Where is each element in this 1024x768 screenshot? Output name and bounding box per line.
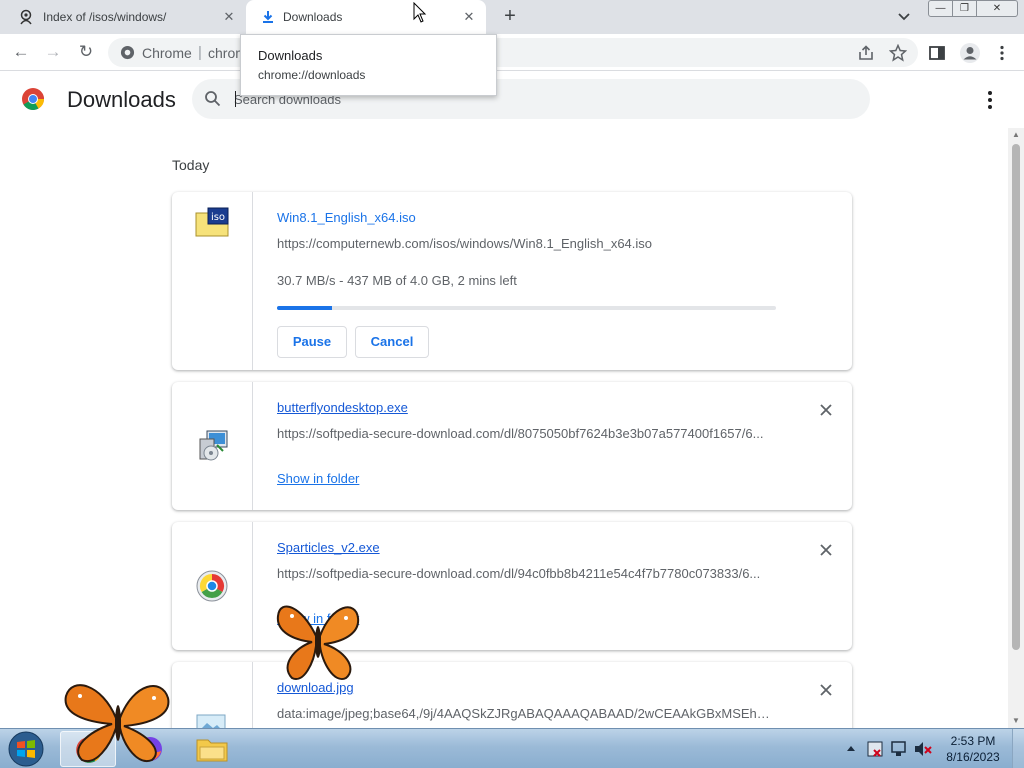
restore-button[interactable]: ❐ [952, 0, 977, 17]
scrollbar-thumb[interactable] [1012, 144, 1020, 650]
profile-avatar-icon[interactable] [959, 42, 981, 64]
downloads-header: Downloads [0, 72, 1024, 128]
chrome-logo-icon [22, 88, 44, 110]
scroll-up-arrow[interactable]: ▲ [1008, 128, 1024, 142]
file-name-link[interactable]: Sparticles_v2.exe [277, 540, 380, 555]
hover-card-title: Downloads [258, 48, 323, 63]
share-icon[interactable] [857, 44, 875, 62]
scroll-down-arrow[interactable]: ▼ [1008, 714, 1024, 728]
taskbar-clock[interactable]: 2:53 PM 8/16/2023 [940, 733, 1006, 765]
close-icon[interactable]: ✕ [220, 8, 238, 26]
chrome-site-icon [120, 45, 135, 60]
download-icon-column [172, 522, 253, 650]
omnibox[interactable]: Chrome | chrome://downloads [108, 38, 918, 67]
browser-menu-icon[interactable] [993, 44, 1011, 62]
progress-bar-fill [277, 306, 332, 310]
more-actions-icon[interactable] [980, 88, 1000, 112]
hover-card-url: chrome://downloads [258, 68, 366, 82]
download-status-text: 30.7 MB/s - 437 MB of 4.0 GB, 2 mins lef… [277, 273, 517, 288]
page-title: Downloads [67, 87, 176, 112]
sparticles-exe-icon [196, 570, 228, 602]
cancel-button[interactable]: Cancel [355, 326, 429, 358]
file-name-link[interactable]: download.jpg [277, 680, 354, 695]
browser-toolbar: ← → ↻ Chrome | chrome://downloads [0, 34, 1024, 71]
forward-button[interactable]: → [41, 40, 65, 64]
system-tray-icons[interactable] [844, 739, 934, 759]
taskbar-file-explorer[interactable] [184, 731, 240, 767]
minimize-button[interactable]: — [928, 0, 953, 17]
file-source-url: https://computernewb.com/isos/windows/Wi… [277, 236, 653, 251]
file-source-url: https://softpedia-secure-download.com/dl… [277, 566, 761, 581]
close-icon[interactable] [816, 540, 836, 560]
search-icon [205, 91, 221, 107]
download-item-in-progress: iso Win8.1_English_x64.iso https://compu… [172, 192, 852, 370]
tab-title: Index of /isos/windows/ [43, 10, 167, 24]
download-icon-column [172, 382, 253, 510]
chevron-down-icon[interactable] [896, 9, 912, 25]
reload-button[interactable]: ↻ [74, 40, 98, 64]
show-desktop-button[interactable] [1012, 729, 1024, 768]
file-name-link[interactable]: Win8.1_English_x64.iso [277, 210, 416, 225]
tab-index-of-isos[interactable]: Index of /isos/windows/ ✕ [0, 0, 246, 34]
back-button[interactable]: ← [9, 40, 33, 64]
download-icon-column: iso [172, 192, 253, 370]
screen: Index of /isos/windows/ ✕ Downloads ✕ + … [0, 0, 1024, 768]
tab-title: Downloads [283, 10, 343, 24]
tab-strip: Index of /isos/windows/ ✕ Downloads ✕ + … [0, 0, 1024, 34]
windows-start-icon[interactable] [6, 731, 46, 767]
omnibox-separator: | [198, 44, 202, 61]
section-label-today: Today [172, 157, 210, 173]
svg-text:iso: iso [211, 212, 225, 223]
download-progress-bar [277, 306, 776, 310]
download-icon [263, 11, 273, 23]
pause-button[interactable]: Pause [277, 326, 347, 358]
folder-icon [196, 739, 228, 762]
bookmark-star-icon[interactable] [889, 44, 907, 62]
close-icon[interactable] [816, 680, 836, 700]
close-icon[interactable] [816, 400, 836, 420]
installer-exe-icon [199, 430, 228, 461]
file-source-url: https://softpedia-secure-download.com/dl… [277, 426, 764, 441]
new-tab-button[interactable]: + [499, 6, 521, 28]
file-source-url: data:image/jpeg;base64,/9j/4AAQSkZJRgABA… [277, 706, 777, 721]
close-icon[interactable]: ✕ [460, 8, 478, 26]
show-in-folder-link[interactable]: Show in folder [277, 471, 359, 486]
clock-time: 2:53 PM [950, 734, 996, 748]
clock-date: 8/16/2023 [946, 750, 1000, 764]
iso-file-icon: iso [195, 207, 229, 237]
tab-downloads[interactable]: Downloads ✕ [246, 0, 486, 34]
text-caret [235, 91, 236, 107]
tab-hover-card: Downloads chrome://downloads [240, 34, 497, 96]
butterfly-icon [276, 605, 360, 680]
file-name-link[interactable]: butterflyondesktop.exe [277, 400, 408, 415]
butterfly-icon [64, 684, 170, 763]
side-panel-icon[interactable] [928, 44, 946, 62]
mouse-cursor-icon [413, 2, 427, 23]
site-favicon-icon [20, 9, 32, 25]
omnibox-site-label: Chrome [142, 45, 192, 61]
download-item-completed: butterflyondesktop.exe https://softpedia… [172, 382, 852, 510]
window-close-button[interactable]: ✕ [976, 0, 1018, 17]
page-scrollbar[interactable]: ▲ ▼ [1008, 128, 1024, 728]
